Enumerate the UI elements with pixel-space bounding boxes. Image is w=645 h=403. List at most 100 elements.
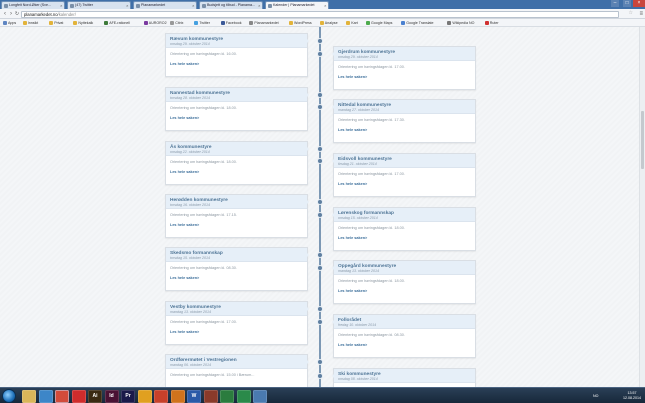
card-header: Herødden kommunestyre torsdag 16. oktober… <box>166 195 307 209</box>
bookmark-item[interactable]: Citrix <box>170 21 183 26</box>
card-body: Orientering om høringsfdagen kl. 18.00. L… <box>334 222 475 241</box>
read-more-link[interactable]: Les hele saken> <box>338 236 471 241</box>
taskbar-app-icon[interactable]: Pr <box>121 389 135 403</box>
read-more-link[interactable]: Les hele saken> <box>170 170 303 175</box>
browser-tab[interactable]: Planamarkedet × <box>133 1 197 9</box>
card-body: Orientering om høringsfdagen kl. 17.00. L… <box>334 61 475 80</box>
bookmark-label: Ruter <box>489 20 499 25</box>
bookmark-star-icon[interactable]: ☆ <box>629 10 633 16</box>
taskbar-app-icon[interactable] <box>203 389 218 403</box>
bookmark-item[interactable]: AURORO2 <box>143 21 167 26</box>
bookmark-item[interactable]: Privat <box>49 21 63 26</box>
bookmark-favicon-icon <box>319 21 324 25</box>
event-date: mandag 13. oktober 2014 <box>338 269 379 273</box>
card-header: Eidsvoll kommunestyre tirsdag 21. oktober… <box>334 154 475 168</box>
bookmark-item[interactable]: Innsikt <box>22 21 38 26</box>
read-more-link[interactable]: Les hele saken> <box>170 330 303 335</box>
event-date: mandag 13. oktober 2014 <box>170 310 211 314</box>
card-header: Ordførermøtet i Vestregionen mandag 06. o… <box>166 355 307 369</box>
taskbar-app-icon[interactable]: Id <box>104 389 119 403</box>
clock[interactable]: 13:57 12.08.2014 <box>623 391 641 400</box>
bookmark-item[interactable]: Ruter <box>484 20 499 26</box>
taskbar-app-icon[interactable] <box>154 389 168 403</box>
tab-close-icon[interactable]: × <box>324 2 326 9</box>
read-more-link[interactable]: Les hele saken> <box>170 116 303 121</box>
read-more-link[interactable]: Les hele saken> <box>338 343 471 348</box>
taskbar-app-icon[interactable] <box>55 389 69 403</box>
bookmark-item[interactable]: WordPress <box>289 21 312 26</box>
card-body: Orientering om høringsfdagen kl. 17.00. L… <box>166 316 307 335</box>
event-date: onsdag 22. oktober 2014 <box>170 150 210 154</box>
bookmark-item[interactable]: Wikipedia NO <box>447 21 474 26</box>
address-bar[interactable]: planamarkedet.no/kalender/ <box>21 10 619 18</box>
card-header: Vestby kommunestyre mandag 13. oktober 20… <box>166 302 307 316</box>
bookmark-item[interactable]: Kart <box>346 21 358 26</box>
bookmark-item[interactable]: AFE-rationell <box>104 21 130 26</box>
close-window-button[interactable]: × <box>633 0 645 7</box>
tab-close-icon[interactable]: × <box>126 2 128 9</box>
calendar-event-card: Oppegård kommunestyre mandag 13. oktober … <box>332 260 476 304</box>
bookmark-favicon-icon <box>194 21 199 25</box>
read-more-link[interactable]: Les hele saken> <box>338 128 471 133</box>
taskbar-app-icon[interactable] <box>170 389 185 403</box>
bookmark-item[interactable]: Planamarkedet <box>249 21 279 26</box>
browser-tab[interactable]: Longfeit Nord-Øker (Sve... × <box>1 1 65 9</box>
scrollbar[interactable] <box>639 27 645 387</box>
timeline-dot <box>317 359 323 365</box>
bookmark-favicon-icon <box>143 21 148 25</box>
calendar-event-card: Nannestad kommunestyre torsdag 28. oktobe… <box>165 87 309 131</box>
tab-close-icon[interactable]: × <box>60 2 62 9</box>
browser-toolbar: ‹ › ↻ planamarkedet.no/kalender/ ☆ ≡ <box>0 9 645 19</box>
read-more-link[interactable]: Les hele saken> <box>338 75 471 80</box>
read-more-link[interactable]: Les hele saken> <box>170 223 303 228</box>
card-header: Ås kommunestyre onsdag 22. oktober 2014 <box>166 142 307 156</box>
taskbar-app-icon[interactable] <box>236 389 251 403</box>
read-more-link[interactable]: Les hele saken> <box>338 289 471 294</box>
card-header: Nittedal kommunestyre mandag 27. oktober … <box>334 100 475 114</box>
scrollbar-thumb[interactable] <box>641 111 644 169</box>
tab-favicon-icon <box>135 3 140 8</box>
read-more-link[interactable]: Les hele saken> <box>170 276 303 281</box>
browser-tab[interactable]: (47) Twitter × <box>67 1 131 9</box>
event-date: onsdag 29. oktober 2014 <box>338 55 378 59</box>
reload-icon[interactable]: ↻ <box>14 11 20 17</box>
bookmark-item[interactable]: Facebook <box>220 21 242 26</box>
taskbar-app-icon[interactable]: Ai <box>88 389 102 403</box>
hamburger-icon[interactable]: ≡ <box>639 11 643 17</box>
bookmark-label: AFE-rationell <box>109 20 130 25</box>
taskbar-app-icon[interactable] <box>22 389 36 403</box>
timeline-dot <box>317 51 323 57</box>
timeline-dot <box>317 158 323 164</box>
taskbar-app-icon[interactable] <box>137 389 152 403</box>
bookmark-item[interactable]: Nyttekalk <box>73 21 93 26</box>
maximize-button[interactable]: □ <box>623 0 631 7</box>
bookmark-item[interactable]: Google Translate <box>401 21 434 26</box>
tab-close-icon[interactable]: × <box>192 2 194 9</box>
bookmark-item[interactable]: Twitter <box>194 21 210 26</box>
taskbar-app-icon[interactable] <box>38 389 53 403</box>
event-description: Orientering om høringsfdagen kl. 17.15. <box>170 213 237 217</box>
language-indicator[interactable]: NO <box>593 394 598 398</box>
card-header: Gjerdrum kommunestyre onsdag 29. oktober … <box>334 47 475 61</box>
taskbar-app-icon[interactable] <box>71 389 86 403</box>
bookmark-item[interactable]: Analyse <box>319 21 338 26</box>
event-date: torsdag 16. oktober 2014 <box>170 203 210 207</box>
browser-tab[interactable]: Budsjett og tilbud - Planama... × <box>199 1 263 9</box>
minimize-button[interactable]: – <box>611 0 619 7</box>
taskbar-app-icon[interactable]: W <box>187 389 201 403</box>
taskbar-app-icon[interactable] <box>220 389 234 403</box>
event-description: Orientering om høringsfdagen kl. 18.00. <box>170 160 237 164</box>
taskbar-app-icon[interactable] <box>253 389 267 403</box>
bookmark-item[interactable]: Google Maps <box>366 21 392 26</box>
read-more-link[interactable]: Les hele saken> <box>170 62 303 67</box>
timeline-dot <box>317 319 323 325</box>
start-button[interactable] <box>2 389 16 403</box>
bookmark-item[interactable]: Apps <box>3 21 16 26</box>
bookmark-label: WordPress <box>294 20 312 25</box>
bookmark-favicon-icon <box>49 21 54 25</box>
card-header: Lørenskog formannskap onsdag 15. oktober … <box>334 208 475 222</box>
tab-close-icon[interactable]: × <box>258 2 260 9</box>
clock-date: 12.08.2014 <box>623 395 641 400</box>
read-more-link[interactable]: Les hele saken> <box>338 182 471 187</box>
event-date: onsdag 08. oktober 2014 <box>338 377 378 381</box>
